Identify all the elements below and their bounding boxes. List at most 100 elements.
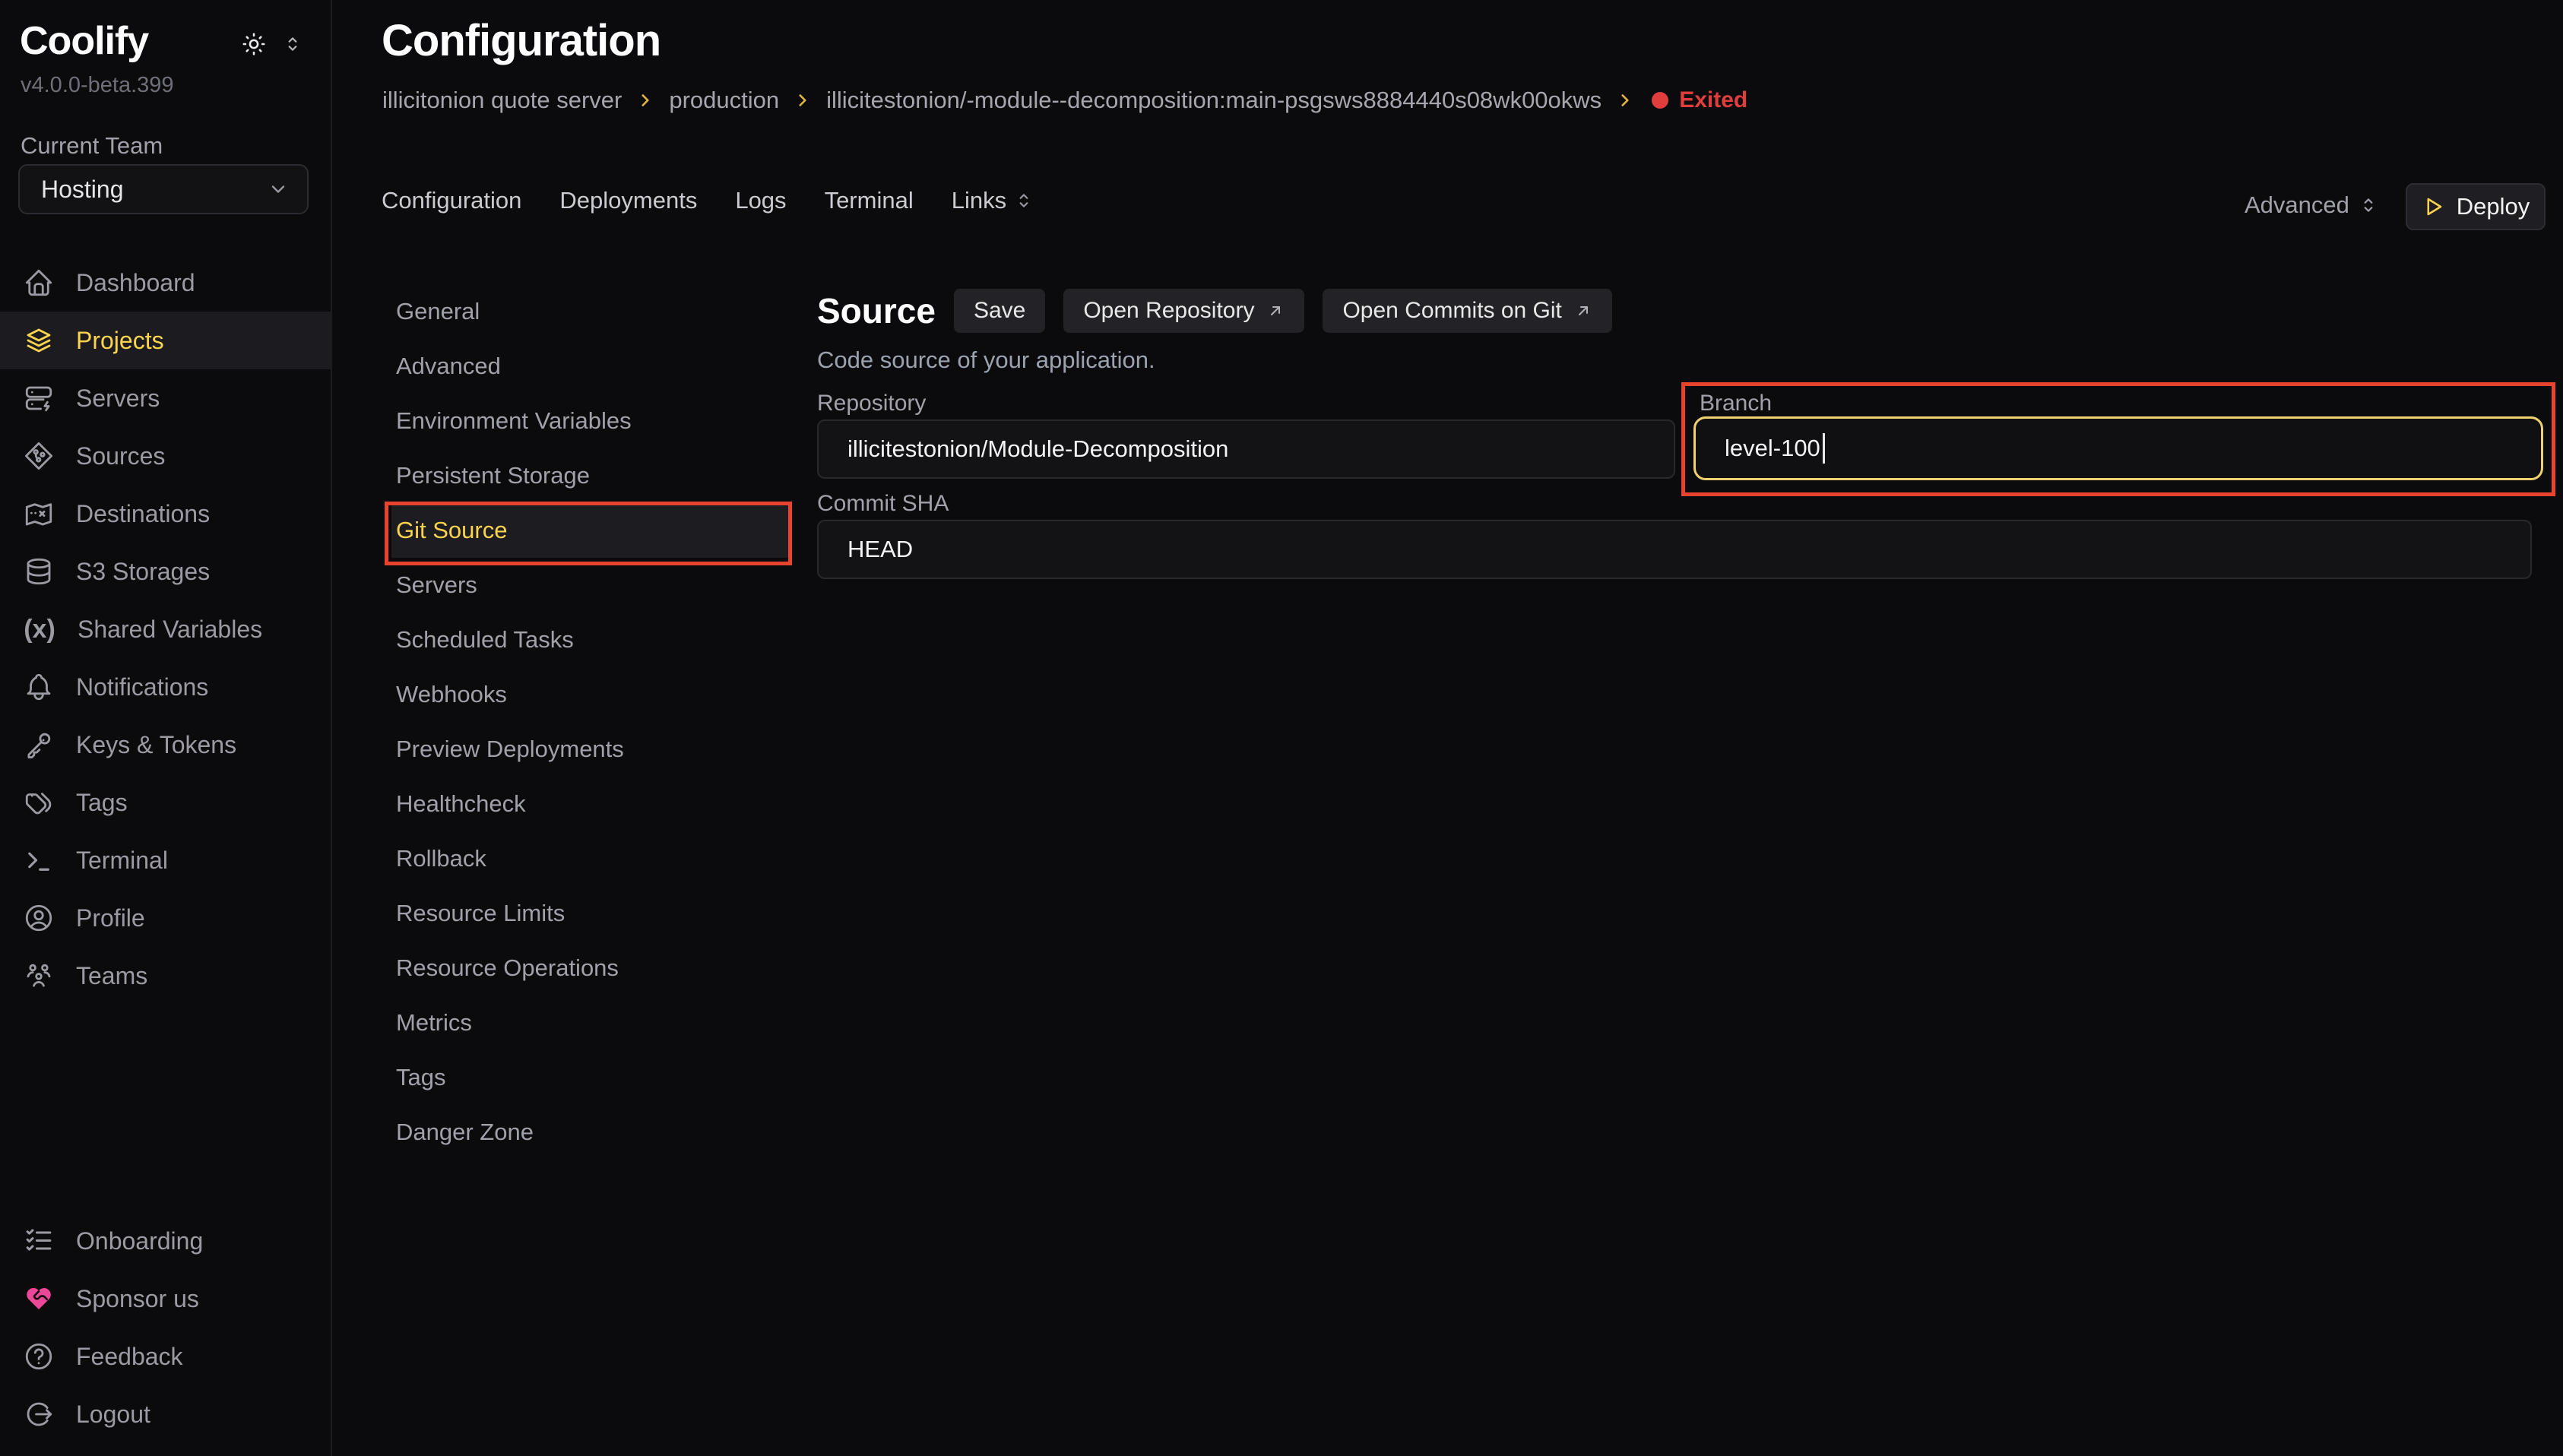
status-label: Exited (1679, 87, 1747, 113)
help-circle-icon (23, 1340, 55, 1372)
subnav-item-webhooks[interactable]: Webhooks (391, 667, 788, 722)
sidebar-item-label: S3 Storages (76, 558, 210, 586)
tab-logs[interactable]: Logs (735, 187, 786, 214)
sidebar-item-label: Feedback (76, 1343, 183, 1371)
subnav-item-resource-limits[interactable]: Resource Limits (391, 886, 788, 941)
subnav-item-metrics[interactable]: Metrics (391, 995, 788, 1050)
chevron-down-icon (268, 179, 289, 200)
status-dot-icon (1652, 92, 1668, 109)
server-icon (23, 382, 55, 414)
current-team-label: Current Team (21, 132, 163, 160)
sidebar-item-terminal[interactable]: Terminal (0, 831, 332, 889)
git-icon (23, 440, 55, 472)
variables-icon: (x) (23, 615, 56, 644)
sidebar-item-servers[interactable]: Servers (0, 369, 332, 427)
config-subnav: General Advanced Environment Variables P… (391, 284, 788, 1160)
terminal-icon (23, 844, 55, 876)
sidebar-item-label: Terminal (76, 847, 168, 875)
sidebar-item-tags[interactable]: Tags (0, 774, 332, 831)
open-commits-button[interactable]: Open Commits on Git (1323, 289, 1611, 333)
sidebar-item-projects[interactable]: Projects (0, 312, 332, 369)
repository-label: Repository (817, 391, 926, 416)
breadcrumb: illicitonion quote server production ill… (382, 87, 1747, 114)
sidebar-item-label: Teams (76, 962, 147, 990)
subnav-item-healthcheck[interactable]: Healthcheck (391, 777, 788, 831)
sidebar-item-sources[interactable]: Sources (0, 427, 332, 485)
subnav-item-rollback[interactable]: Rollback (391, 831, 788, 886)
external-link-icon (1574, 302, 1592, 320)
commit-sha-input[interactable]: HEAD (817, 520, 2532, 579)
chevron-right-icon (1615, 90, 1635, 110)
save-button[interactable]: Save (954, 289, 1045, 333)
sidebar-item-s3-storages[interactable]: S3 Storages (0, 543, 332, 600)
subnav-item-tags[interactable]: Tags (391, 1050, 788, 1105)
team-select[interactable]: Hosting (18, 164, 309, 214)
subnav-item-resource-operations[interactable]: Resource Operations (391, 941, 788, 995)
bell-icon (23, 671, 55, 703)
sidebar-item-keys-tokens[interactable]: Keys & Tokens (0, 716, 332, 774)
branch-value: level-100 (1725, 435, 1820, 462)
deploy-label: Deploy (2457, 193, 2530, 220)
breadcrumb-project[interactable]: illicitonion quote server (382, 87, 622, 114)
sidebar-item-feedback[interactable]: Feedback (0, 1328, 332, 1385)
tab-links[interactable]: Links (952, 187, 1034, 214)
sidebar-item-teams[interactable]: Teams (0, 947, 332, 1005)
tab-configuration[interactable]: Configuration (382, 187, 521, 214)
subnav-item-persistent-storage[interactable]: Persistent Storage (391, 448, 788, 503)
selector-icon (1014, 191, 1034, 210)
sidebar-item-label: Logout (76, 1401, 150, 1429)
sidebar-item-label: Destinations (76, 500, 210, 528)
users-icon (23, 960, 55, 992)
sidebar-item-profile[interactable]: Profile (0, 889, 332, 947)
tab-terminal[interactable]: Terminal (825, 187, 914, 214)
play-icon (2422, 195, 2444, 218)
subnav-item-preview-deployments[interactable]: Preview Deployments (391, 722, 788, 777)
sidebar-nav: Dashboard Projects Servers Sources Desti… (0, 254, 332, 1005)
selector-icon (2359, 195, 2378, 215)
sidebar-item-sponsor-us[interactable]: Sponsor us (0, 1270, 332, 1328)
repository-input[interactable]: illicitestonion/Module-Decomposition (817, 419, 1675, 479)
open-commits-label: Open Commits on Git (1342, 298, 1561, 324)
sidebar-item-label: Projects (76, 327, 164, 355)
subnav-item-advanced[interactable]: Advanced (391, 339, 788, 394)
sidebar-item-label: Servers (76, 385, 160, 413)
checklist-icon (23, 1225, 55, 1257)
theme-selector-icon[interactable] (283, 34, 303, 54)
sidebar-item-notifications[interactable]: Notifications (0, 658, 332, 716)
sidebar-item-destinations[interactable]: Destinations (0, 485, 332, 543)
deploy-button[interactable]: Deploy (2406, 183, 2546, 230)
branch-input[interactable]: level-100 (1693, 416, 2543, 480)
breadcrumb-environment[interactable]: production (669, 87, 779, 114)
sidebar-footer-nav: Onboarding Sponsor us Feedback Logout (0, 1212, 332, 1443)
key-icon (23, 729, 55, 761)
database-icon (23, 555, 55, 587)
subnav-item-scheduled-tasks[interactable]: Scheduled Tasks (391, 612, 788, 667)
sidebar-item-shared-variables[interactable]: (x) Shared Variables (0, 600, 332, 658)
sidebar-item-label: Sources (76, 442, 165, 470)
source-description: Code source of your application. (817, 347, 1155, 374)
commit-sha-label: Commit SHA (817, 491, 949, 517)
map-icon (23, 498, 55, 530)
subnav-item-servers[interactable]: Servers (391, 558, 788, 612)
source-heading: Source (817, 290, 936, 331)
sidebar-item-dashboard[interactable]: Dashboard (0, 254, 332, 312)
sidebar-item-logout[interactable]: Logout (0, 1385, 332, 1443)
subnav-item-environment-variables[interactable]: Environment Variables (391, 394, 788, 448)
subnav-item-general[interactable]: General (391, 284, 788, 339)
page-title: Configuration (382, 15, 661, 66)
breadcrumb-application[interactable]: illicitestonion/-module--decomposition:m… (826, 87, 1601, 114)
external-link-icon (1266, 302, 1285, 320)
app-logo[interactable]: Coolify (20, 18, 148, 64)
sun-icon[interactable] (240, 30, 268, 58)
sidebar-item-onboarding[interactable]: Onboarding (0, 1212, 332, 1270)
commit-sha-value: HEAD (847, 536, 913, 563)
sidebar-item-label: Keys & Tokens (76, 731, 236, 759)
advanced-menu[interactable]: Advanced (2245, 191, 2378, 219)
logout-icon (23, 1398, 55, 1430)
subnav-item-git-source[interactable]: Git Source (391, 503, 788, 558)
repository-value: illicitestonion/Module-Decomposition (847, 435, 1228, 463)
subnav-item-danger-zone[interactable]: Danger Zone (391, 1105, 788, 1160)
tab-deployments[interactable]: Deployments (559, 187, 697, 214)
open-repository-button[interactable]: Open Repository (1063, 289, 1304, 333)
sidebar-item-label: Profile (76, 904, 145, 932)
